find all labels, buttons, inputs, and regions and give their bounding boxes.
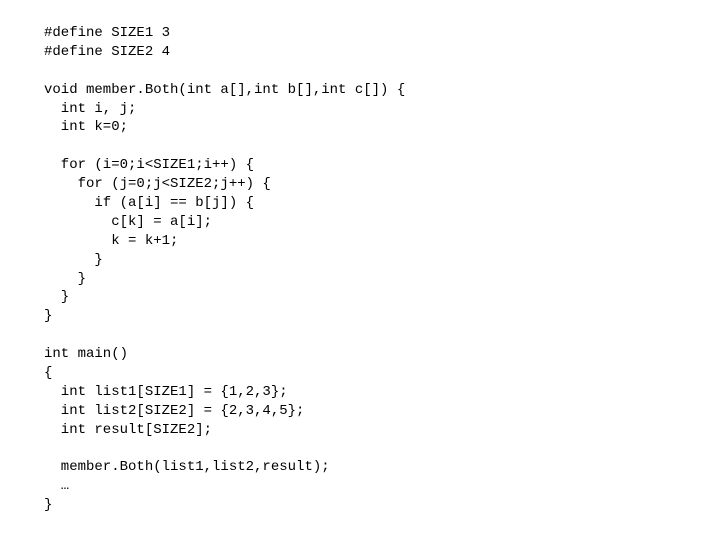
code-line: int list1[SIZE1] = {1,2,3};	[44, 384, 288, 400]
code-line: }	[44, 497, 52, 513]
code-line: c[k] = a[i];	[44, 214, 212, 230]
code-line: if (a[i] == b[j]) {	[44, 195, 254, 211]
code-line: member.Both(list1,list2,result);	[44, 459, 330, 475]
code-line: int i, j;	[44, 101, 136, 117]
code-line: }	[44, 252, 103, 268]
code-line: void member.Both(int a[],int b[],int c[]…	[44, 82, 405, 98]
code-line: k = k+1;	[44, 233, 178, 249]
code-line: for (i=0;i<SIZE1;i++) {	[44, 157, 254, 173]
code-line: int list2[SIZE2] = {2,3,4,5};	[44, 403, 304, 419]
code-line: …	[44, 478, 69, 494]
code-line: int k=0;	[44, 119, 128, 135]
code-line: }	[44, 271, 86, 287]
code-line: int main()	[44, 346, 128, 362]
code-line: int result[SIZE2];	[44, 422, 212, 438]
code-line: #define SIZE2 4	[44, 44, 170, 60]
code-line: }	[44, 289, 69, 305]
code-line: for (j=0;j<SIZE2;j++) {	[44, 176, 271, 192]
code-line: {	[44, 365, 52, 381]
code-line: #define SIZE1 3	[44, 25, 170, 41]
code-block: #define SIZE1 3 #define SIZE2 4 void mem…	[0, 0, 720, 515]
code-line: }	[44, 308, 52, 324]
